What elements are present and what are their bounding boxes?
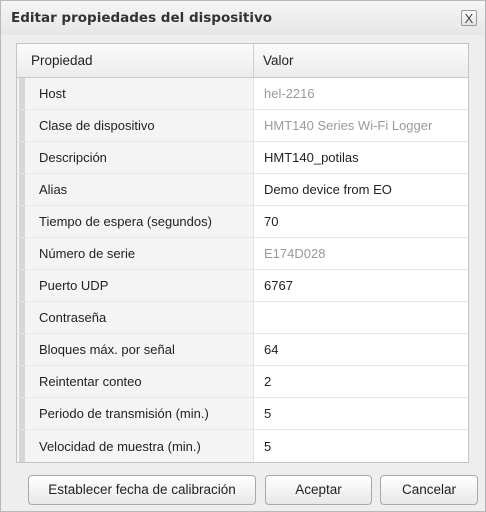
dialog-titlebar[interactable]: Editar propiedades del dispositivo X [1, 1, 485, 35]
property-cell: Periodo de transmisión (min.) [17, 398, 254, 429]
table-row[interactable]: Bloques máx. por señal 64 [17, 334, 468, 366]
property-cell: Tiempo de espera (segundos) [17, 206, 254, 237]
value-cell: hel-2216 [254, 78, 468, 109]
value-cell[interactable] [254, 302, 468, 333]
dialog-title: Editar propiedades del dispositivo [11, 10, 273, 26]
property-label: Reintentar conteo [39, 374, 142, 389]
property-cell: Bloques máx. por señal [17, 334, 254, 365]
property-label: Descripción [39, 150, 107, 165]
property-label: Periodo de transmisión (min.) [39, 406, 209, 421]
value-cell[interactable]: 5 [254, 398, 468, 429]
property-label: Contraseña [39, 310, 107, 325]
table-row[interactable]: Periodo de transmisión (min.) 5 [17, 398, 468, 430]
edit-device-properties-dialog: Editar propiedades del dispositivo X Pro… [0, 0, 486, 512]
set-calibration-date-button[interactable]: Establecer fecha de calibración [28, 475, 256, 505]
row-marker [19, 78, 25, 109]
table-row[interactable]: Contraseña [17, 302, 468, 334]
property-label: Clase de dispositivo [39, 118, 155, 133]
row-marker [19, 270, 25, 301]
row-marker [19, 110, 25, 141]
row-marker [19, 174, 25, 205]
property-cell: Host [17, 78, 254, 109]
table-row[interactable]: Descripción HMT140_potilas [17, 142, 468, 174]
value-cell[interactable]: Demo device from EO [254, 174, 468, 205]
property-label: Host [39, 86, 66, 101]
row-marker [19, 334, 25, 365]
value-cell[interactable]: 5 [254, 430, 468, 462]
accept-button[interactable]: Aceptar [265, 475, 372, 505]
property-cell: Reintentar conteo [17, 366, 254, 397]
row-marker [19, 206, 25, 237]
value-cell[interactable]: 70 [254, 206, 468, 237]
property-cell: Número de serie [17, 238, 254, 269]
property-cell: Descripción [17, 142, 254, 173]
grid-body: Host hel-2216 Clase de dispositivo HMT140 S… [17, 78, 468, 462]
value-cell[interactable]: HMT140_potilas [254, 142, 468, 173]
cancel-button[interactable]: Cancelar [380, 475, 478, 505]
property-label: Velocidad de muestra (min.) [39, 438, 201, 454]
property-cell: Puerto UDP [17, 270, 254, 301]
table-row[interactable]: Velocidad de muestra (min.) 5 [17, 430, 468, 462]
row-marker [19, 366, 25, 397]
property-cell: Velocidad de muestra (min.) [17, 430, 254, 462]
properties-grid: Propiedad Valor Host hel-2216 Clase de dis… [16, 43, 469, 463]
row-marker [19, 430, 25, 462]
value-cell: E174D028 [254, 238, 468, 269]
row-marker [19, 302, 25, 333]
row-marker [19, 398, 25, 429]
property-label: Número de serie [39, 246, 136, 261]
property-cell: Contraseña [17, 302, 254, 333]
close-icon: X [464, 11, 474, 26]
property-label: Tiempo de espera (segundos) [39, 214, 212, 229]
table-row[interactable]: Número de serie E174D028 [17, 238, 468, 270]
grid-header: Propiedad Valor [17, 44, 468, 78]
value-column-header[interactable]: Valor [254, 44, 468, 77]
value-cell[interactable]: 64 [254, 334, 468, 365]
property-label: Bloques máx. por señal [39, 342, 175, 357]
close-button[interactable]: X [461, 10, 477, 26]
property-cell: Clase de dispositivo [17, 110, 254, 141]
table-row[interactable]: Puerto UDP 6767 [17, 270, 468, 302]
property-cell: Alias [17, 174, 254, 205]
row-marker [19, 238, 25, 269]
table-row[interactable]: Host hel-2216 [17, 78, 468, 110]
value-cell: HMT140 Series Wi-Fi Logger [254, 110, 468, 141]
value-cell[interactable]: 6767 [254, 270, 468, 301]
table-row[interactable]: Tiempo de espera (segundos) 70 [17, 206, 468, 238]
row-marker [19, 142, 25, 173]
table-row[interactable]: Reintentar conteo 2 [17, 366, 468, 398]
table-row[interactable]: Alias Demo device from EO [17, 174, 468, 206]
value-cell[interactable]: 2 [254, 366, 468, 397]
property-label: Alias [39, 182, 68, 197]
property-label: Puerto UDP [39, 278, 109, 293]
table-row[interactable]: Clase de dispositivo HMT140 Series Wi-Fi … [17, 110, 468, 142]
property-column-header[interactable]: Propiedad [17, 44, 254, 77]
dialog-buttons: Establecer fecha de calibración Aceptar … [1, 475, 485, 507]
